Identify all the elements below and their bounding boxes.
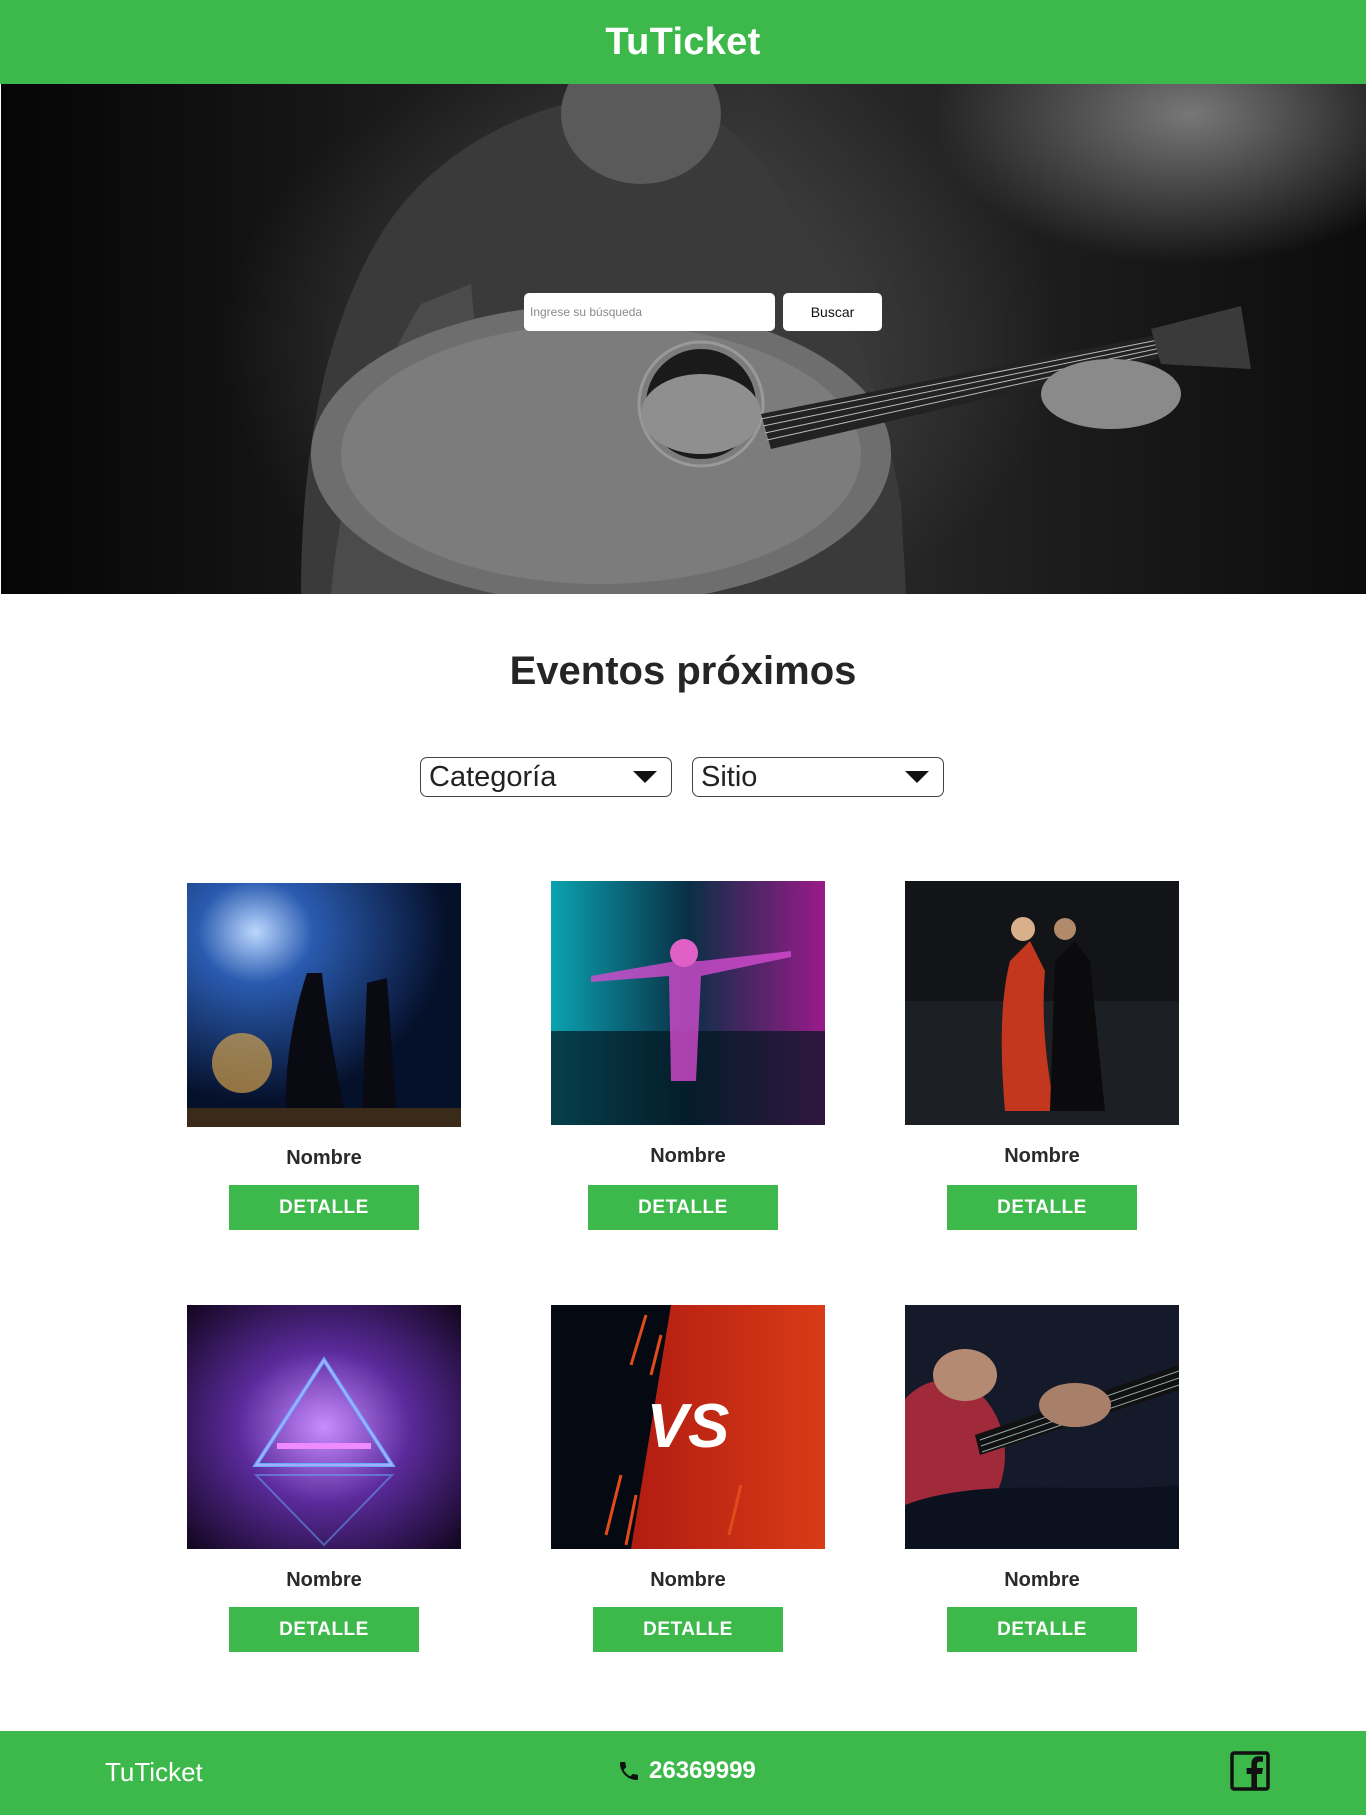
phone-icon: [620, 1762, 638, 1780]
dropdown-caret-icon: [633, 771, 657, 783]
svg-text:VS: VS: [647, 1392, 730, 1461]
filter-bar: Categoría Sitio: [420, 757, 944, 797]
detail-button[interactable]: DETALLE: [229, 1185, 419, 1230]
event-image-electric-guitar: [905, 1305, 1179, 1549]
footer: TuTicket 26369999: [0, 1731, 1366, 1815]
category-select-label: Categoría: [429, 760, 557, 793]
event-card: Nombre: [905, 881, 1179, 1168]
top-bar: TuTicket: [0, 0, 1366, 84]
event-name: Nombre: [286, 1147, 362, 1169]
hero-guitarist-image: [301, 84, 1251, 594]
event-card: Nombre: [187, 1305, 461, 1592]
facebook-icon[interactable]: [1230, 1751, 1270, 1791]
event-name: Nombre: [1004, 1569, 1080, 1591]
event-card: VS Nombre: [551, 1305, 825, 1592]
event-name: Nombre: [286, 1569, 362, 1591]
search-button[interactable]: Buscar: [783, 293, 882, 331]
event-image-neon-singer: [551, 881, 825, 1125]
detail-button[interactable]: DETALLE: [947, 1607, 1137, 1652]
event-image-neon-triangle: [187, 1305, 461, 1549]
event-name: Nombre: [650, 1569, 726, 1591]
brand-title[interactable]: TuTicket: [605, 21, 760, 64]
detail-button[interactable]: DETALLE: [229, 1607, 419, 1652]
search-bar: Buscar: [524, 293, 882, 331]
site-select-label: Sitio: [701, 760, 758, 793]
event-card: Nombre: [905, 1305, 1179, 1592]
site-select[interactable]: Sitio: [692, 757, 944, 797]
event-name: Nombre: [1004, 1145, 1080, 1167]
footer-phone: 26369999: [617, 1757, 756, 1785]
hero-banner: Buscar: [1, 84, 1366, 594]
event-card: Nombre: [551, 881, 825, 1168]
footer-brand[interactable]: TuTicket: [105, 1757, 203, 1788]
event-image-tango-dancers: [905, 881, 1179, 1125]
phone-number: 26369999: [649, 1757, 756, 1784]
event-name: Nombre: [650, 1145, 726, 1167]
event-card: Nombre: [187, 883, 461, 1170]
detail-button[interactable]: DETALLE: [593, 1607, 783, 1652]
detail-button[interactable]: DETALLE: [947, 1185, 1137, 1230]
detail-button[interactable]: DETALLE: [588, 1185, 778, 1230]
event-image-dance-couple: [187, 883, 461, 1127]
section-title: Eventos próximos: [509, 649, 857, 693]
search-input[interactable]: [524, 293, 775, 331]
category-select[interactable]: Categoría: [420, 757, 672, 797]
dropdown-caret-icon: [905, 771, 929, 783]
event-image-versus: VS: [551, 1305, 825, 1549]
